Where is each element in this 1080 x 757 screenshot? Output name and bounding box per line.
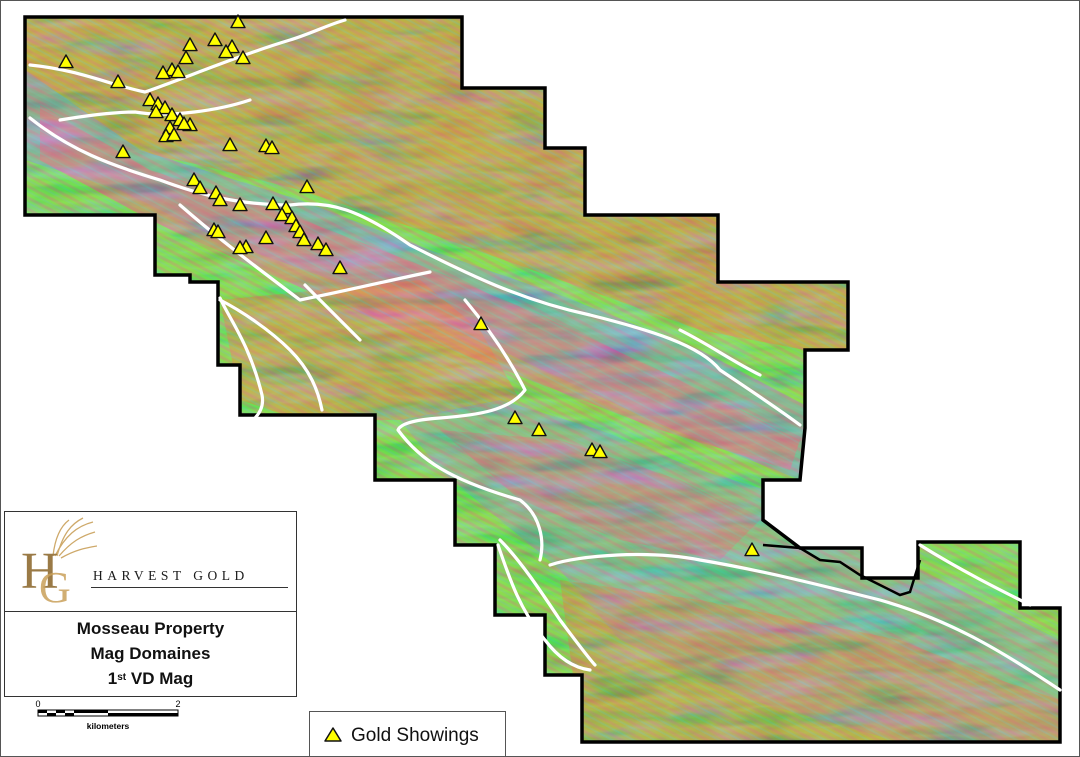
harvest-gold-monogram-icon: H G — [21, 517, 97, 612]
legend: Gold Showings — [309, 711, 506, 757]
map-title: Mosseau Property Mag Domaines 1st VD Mag — [5, 616, 296, 691]
scale-start-label: 0 — [35, 699, 40, 709]
legend-gold-showings-label: Gold Showings — [351, 725, 479, 746]
svg-text:G: G — [39, 563, 71, 612]
product-ordinal: st — [117, 672, 127, 683]
product-prefix: 1 — [107, 669, 118, 688]
title-block: H G HARVEST GOLD Mosseau Property Mag Do… — [4, 511, 297, 697]
company-logo: H G HARVEST GOLD — [5, 512, 296, 612]
product-suffix: VD Mag — [126, 669, 194, 688]
map-product: 1st VD Mag — [5, 666, 296, 691]
company-name: HARVEST GOLD — [93, 568, 249, 583]
map-subtitle: Mag Domaines — [90, 644, 211, 663]
scale-bar: 0 2 kilometers — [35, 699, 180, 731]
scale-unit-label: kilometers — [87, 721, 130, 731]
scale-end-label: 2 — [175, 699, 180, 709]
yellow-triangle-icon — [324, 727, 342, 742]
property-name: Mosseau Property — [76, 619, 225, 638]
logo-rule — [91, 587, 288, 588]
